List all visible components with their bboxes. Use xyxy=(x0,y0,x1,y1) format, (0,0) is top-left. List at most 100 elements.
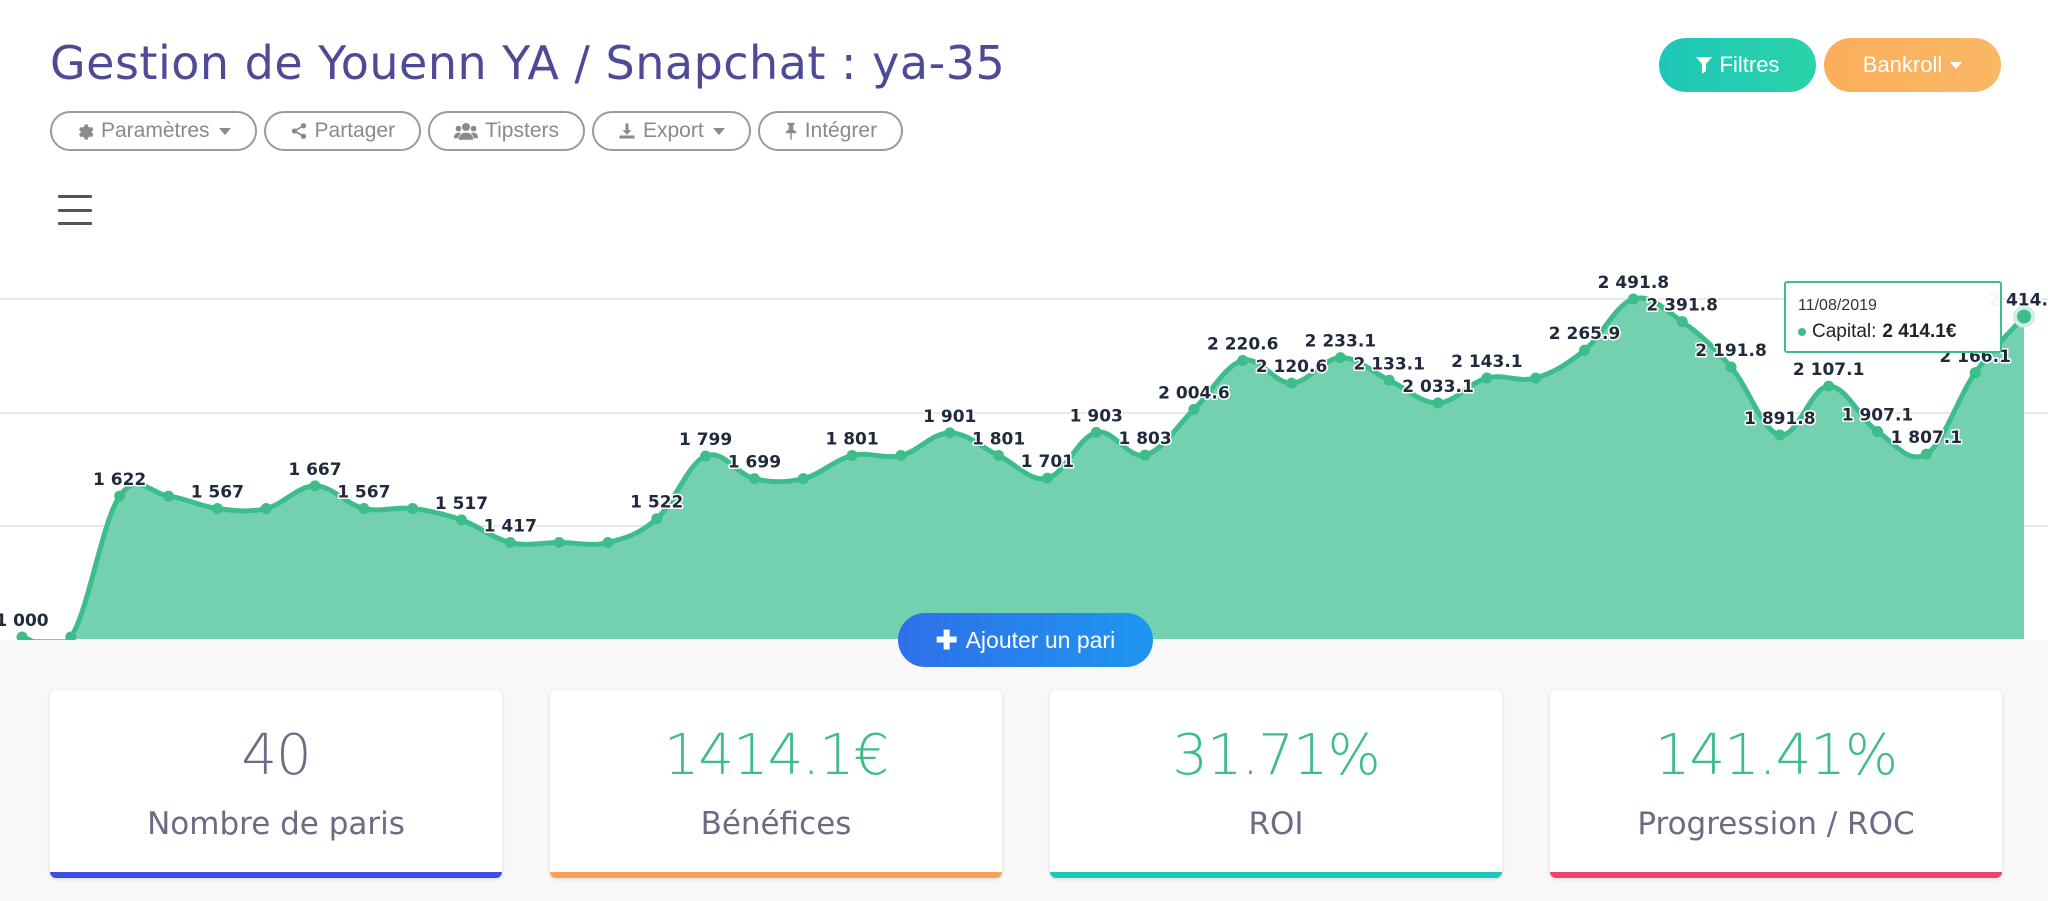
data-label: 2 191.8 xyxy=(1695,341,1767,361)
data-label: 1 667 xyxy=(288,460,341,480)
filters-button[interactable]: Filtres xyxy=(1659,38,1816,92)
embed-label: Intégrer xyxy=(804,119,878,142)
data-point[interactable] xyxy=(1188,403,1200,415)
chevron-down-icon xyxy=(218,127,231,135)
data-label: 1 907.1 xyxy=(1842,405,1914,425)
data-point[interactable] xyxy=(211,503,223,515)
data-label: 2 133.1 xyxy=(1353,354,1425,374)
toolbar: Paramètres Partager Tipsters Export Inté… xyxy=(50,111,904,151)
data-point[interactable] xyxy=(944,427,956,439)
data-label: 2 491.8 xyxy=(1598,273,1670,293)
data-point[interactable] xyxy=(1725,361,1737,373)
series-dot-icon xyxy=(1798,328,1806,336)
data-point[interactable] xyxy=(1872,425,1884,437)
params-button[interactable]: Paramètres xyxy=(50,111,257,151)
params-label: Paramètres xyxy=(101,119,210,142)
data-point[interactable] xyxy=(1676,316,1688,328)
data-point[interactable] xyxy=(1530,372,1542,384)
data-point[interactable] xyxy=(504,537,516,549)
data-label: 1 801 xyxy=(825,430,878,450)
stat-value: 1414.1€ xyxy=(663,723,890,788)
stat-card-roi: 31.71% ROI xyxy=(1050,690,1502,878)
stat-accent-bar xyxy=(50,872,502,878)
data-point[interactable] xyxy=(1969,367,1981,379)
data-point[interactable] xyxy=(260,503,272,515)
data-label: 2 265.9 xyxy=(1549,324,1621,344)
data-label: 2 233.1 xyxy=(1305,332,1377,352)
share-button[interactable]: Partager xyxy=(263,111,422,151)
share-icon xyxy=(291,123,306,139)
filters-label: Filtres xyxy=(1719,52,1780,77)
data-point[interactable] xyxy=(748,473,760,485)
data-point[interactable] xyxy=(358,503,370,515)
pin-icon xyxy=(785,122,796,140)
data-point[interactable] xyxy=(1823,380,1835,392)
data-label: 1 807.1 xyxy=(1891,428,1963,448)
data-label: 1 567 xyxy=(337,483,390,503)
tooltip-series: Capital: xyxy=(1812,321,1877,342)
data-point[interactable] xyxy=(700,450,712,462)
data-point[interactable] xyxy=(1432,397,1444,409)
data-label: 1 891.8 xyxy=(1744,409,1816,429)
data-label: 1 799 xyxy=(679,430,732,450)
data-point[interactable] xyxy=(1139,449,1151,461)
bankroll-page: Gestion de Youenn YA / Snapchat : ya-35 … xyxy=(0,0,2048,901)
add-bet-button[interactable]: ✚ Ajouter un pari xyxy=(898,613,1153,667)
data-label: 1 901 xyxy=(923,407,976,427)
data-point[interactable] xyxy=(895,450,907,462)
tooltip-row: Capital: 2 414.1€ xyxy=(1798,321,2000,343)
data-point[interactable] xyxy=(407,503,419,515)
data-label: 1 701 xyxy=(1021,452,1074,472)
data-label: 2 220.6 xyxy=(1207,334,1279,354)
menu-icon[interactable] xyxy=(58,195,92,225)
data-point[interactable] xyxy=(993,450,1005,462)
download-icon xyxy=(619,123,635,139)
stat-card-progression: 141.41% Progression / ROC xyxy=(1550,690,2002,878)
chevron-down-icon xyxy=(1950,61,1963,69)
data-point[interactable] xyxy=(846,450,858,462)
stat-accent-bar xyxy=(1050,872,1502,878)
tipsters-label: Tipsters xyxy=(485,119,559,142)
stat-value: 40 xyxy=(241,723,311,788)
stat-accent-bar xyxy=(1550,872,2002,878)
data-point[interactable] xyxy=(1334,352,1346,364)
gear-icon xyxy=(79,124,94,140)
data-point[interactable] xyxy=(162,490,174,502)
embed-button[interactable]: Intégrer xyxy=(757,111,904,151)
chart-tooltip: 11/08/2019 Capital: 2 414.1€ xyxy=(1784,281,2002,353)
data-point[interactable] xyxy=(1090,426,1102,438)
stat-label: Progression / ROC xyxy=(1637,806,1915,842)
stat-label: ROI xyxy=(1248,806,1304,842)
bankroll-button[interactable]: Bankroll xyxy=(1824,38,2001,92)
data-point[interactable] xyxy=(114,490,126,502)
data-label: 2 033.1 xyxy=(1402,377,1474,397)
data-label: 2 143.1 xyxy=(1451,352,1523,372)
data-point[interactable] xyxy=(1920,448,1932,460)
data-label: 1 801 xyxy=(972,430,1025,450)
export-button[interactable]: Export xyxy=(592,111,751,151)
data-point[interactable] xyxy=(1627,293,1639,305)
data-point[interactable] xyxy=(602,537,614,549)
data-point[interactable] xyxy=(1481,372,1493,384)
stat-accent-bar xyxy=(550,872,1002,878)
data-label: 1 622 xyxy=(93,470,146,490)
stat-value: 31.71% xyxy=(1172,723,1381,788)
data-point[interactable] xyxy=(309,480,321,492)
data-point[interactable] xyxy=(1041,472,1053,484)
data-point[interactable] xyxy=(455,514,467,526)
data-label: 2 391.8 xyxy=(1646,296,1718,316)
stat-value: 141.41% xyxy=(1654,723,1898,788)
data-point[interactable] xyxy=(1237,354,1249,366)
capital-chart: 1 000 1 622 1 567 1 667 1 567 1 517 1 417 1 522… xyxy=(0,272,2048,650)
tipsters-button[interactable]: Tipsters xyxy=(428,111,585,151)
data-point[interactable] xyxy=(1286,377,1298,389)
data-label: 2 107.1 xyxy=(1793,360,1865,380)
data-point[interactable] xyxy=(1579,344,1591,356)
data-point[interactable] xyxy=(651,513,663,525)
data-point[interactable] xyxy=(1383,374,1395,386)
data-point[interactable] xyxy=(553,537,565,549)
data-label: 1 000 xyxy=(0,611,49,631)
data-point[interactable] xyxy=(797,473,809,485)
data-label: 1 522 xyxy=(630,493,683,513)
data-point[interactable] xyxy=(1774,429,1786,441)
